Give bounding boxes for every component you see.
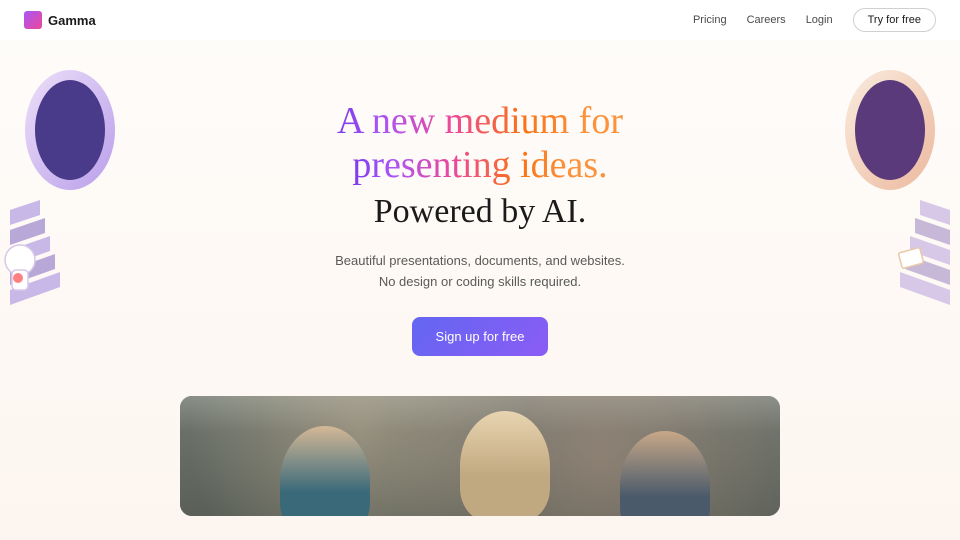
nav-pricing[interactable]: Pricing — [693, 14, 727, 26]
illustration-portal-right — [810, 70, 960, 350]
subtitle-line2: No design or coding skills required. — [379, 274, 581, 289]
try-free-button[interactable]: Try for free — [853, 8, 936, 32]
nav-login[interactable]: Login — [806, 14, 833, 26]
subtitle-line1: Beautiful presentations, documents, and … — [335, 253, 625, 268]
video-preview[interactable] — [180, 396, 780, 516]
header: Gamma Pricing Careers Login Try for free — [0, 0, 960, 40]
nav-careers[interactable]: Careers — [747, 14, 786, 26]
nav: Pricing Careers Login Try for free — [693, 8, 936, 32]
headline-line1: A new medium for — [337, 100, 623, 142]
logo[interactable]: Gamma — [24, 11, 96, 29]
signup-button[interactable]: Sign up for free — [412, 317, 549, 356]
hero-section: A new medium for presenting ideas. Power… — [0, 40, 960, 516]
headline-line2: presenting ideas. — [352, 144, 607, 186]
illustration-portal-left — [0, 70, 150, 350]
video-person-1 — [280, 426, 370, 516]
logo-text: Gamma — [48, 13, 96, 28]
video-thumbnail-image — [180, 396, 780, 516]
video-person-2 — [460, 411, 550, 516]
gamma-logo-icon — [24, 11, 42, 29]
video-person-3 — [620, 431, 710, 516]
